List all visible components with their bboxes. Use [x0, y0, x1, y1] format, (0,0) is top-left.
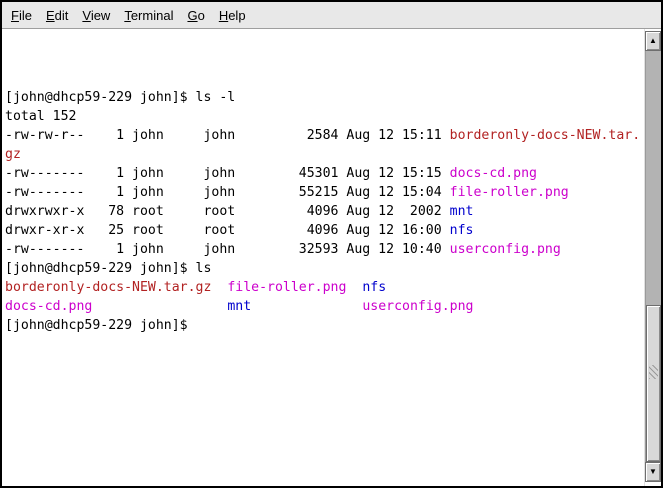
menu-item-terminal[interactable]: Terminal	[117, 4, 180, 27]
terminal-text: -rw------- 1 john john 45301 Aug 12 15:1…	[5, 166, 450, 181]
terminal-line: -rw------- 1 john john 32593 Aug 12 10:4…	[5, 240, 644, 259]
filename-dir: mnt	[450, 204, 474, 219]
menu-item-view[interactable]: View	[75, 4, 117, 27]
terminal-output[interactable]: [john@dhcp59-229 john]$ ls -l total 152 -r…	[2, 29, 644, 486]
scroll-up-icon: ▲	[649, 37, 657, 45]
terminal-line: total 152	[5, 107, 644, 126]
terminal-text: -rw-rw-r-- 1 john john 2584 Aug 12 15:11	[5, 128, 450, 143]
terminal-text	[251, 299, 362, 314]
terminal-line: [john@dhcp59-229 john]$	[5, 316, 644, 335]
terminal-text	[92, 299, 227, 314]
terminal-text: [john@dhcp59-229 john]$	[5, 318, 188, 333]
filename-image: file-roller.png	[227, 280, 346, 295]
scroll-up-button[interactable]: ▲	[645, 31, 661, 51]
filename-archive: gz	[5, 147, 21, 162]
menu-item-accelerator: E	[46, 8, 55, 23]
filename-image: userconfig.png	[362, 299, 473, 314]
terminal-line: -rw------- 1 john john 55215 Aug 12 15:0…	[5, 183, 644, 202]
terminal-text: -rw------- 1 john john 55215 Aug 12 15:0…	[5, 185, 450, 200]
terminal-text	[211, 280, 227, 295]
scroll-down-button[interactable]: ▼	[645, 462, 661, 482]
scroll-down-icon: ▼	[649, 468, 657, 476]
terminal-text: total 152	[5, 109, 76, 124]
scrollbar-track[interactable]	[645, 51, 661, 462]
menu-item-accelerator: V	[82, 8, 90, 23]
filename-dir: mnt	[227, 299, 251, 314]
window-content: [john@dhcp59-229 john]$ ls -l total 152 -r…	[2, 29, 661, 486]
terminal-text: -rw------- 1 john john 32593 Aug 12 10:4…	[5, 242, 450, 257]
terminal-line: borderonly-docs-NEW.tar.gz file-roller.p…	[5, 278, 644, 297]
filename-archive: borderonly-docs-NEW.tar.gz	[5, 280, 211, 295]
menu-item-accelerator: F	[11, 8, 19, 23]
terminal-line: drwxr-xr-x 25 root root 4096 Aug 12 16:0…	[5, 221, 644, 240]
terminal-text: [john@dhcp59-229 john]$ ls	[5, 261, 211, 276]
filename-image: userconfig.png	[450, 242, 561, 257]
scrollbar-thumb[interactable]	[646, 305, 661, 462]
scrollbar-grip-icon	[649, 365, 658, 379]
terminal-text: drwxrwxr-x 78 root root 4096 Aug 12 2002	[5, 204, 450, 219]
terminal-line: docs-cd.png mnt userconfig.png	[5, 297, 644, 316]
scrollbar: ▲ ▼	[644, 29, 661, 486]
filename-image: docs-cd.png	[5, 299, 92, 314]
terminal-line: -rw-rw-r-- 1 john john 2584 Aug 12 15:11…	[5, 126, 644, 145]
menu-item-file[interactable]: File	[4, 4, 39, 27]
terminal-text: drwxr-xr-x 25 root root 4096 Aug 12 16:0…	[5, 223, 450, 238]
filename-image: file-roller.png	[450, 185, 569, 200]
menu-item-accelerator: T	[124, 8, 131, 23]
terminal-text	[346, 280, 362, 295]
terminal-line: -rw------- 1 john john 45301 Aug 12 15:1…	[5, 164, 644, 183]
terminal-window: FileEditViewTerminalGoHelp [john@dhcp59-…	[0, 0, 663, 488]
filename-archive: borderonly-docs-NEW.tar.	[450, 128, 641, 143]
menu-item-help[interactable]: Help	[212, 4, 253, 27]
menu-item-accelerator: H	[219, 8, 228, 23]
menu-item-go[interactable]: Go	[180, 4, 211, 27]
terminal-line: [john@dhcp59-229 john]$ ls -l	[5, 88, 644, 107]
terminal-line: [john@dhcp59-229 john]$ ls	[5, 259, 644, 278]
menu-item-accelerator: G	[187, 8, 197, 23]
filename-dir: nfs	[362, 280, 386, 295]
terminal-line: gz	[5, 145, 644, 164]
terminal-line: drwxrwxr-x 78 root root 4096 Aug 12 2002…	[5, 202, 644, 221]
terminal-text: [john@dhcp59-229 john]$ ls -l	[5, 90, 235, 105]
menu-bar: FileEditViewTerminalGoHelp	[2, 2, 661, 29]
filename-dir: nfs	[450, 223, 474, 238]
menu-item-edit[interactable]: Edit	[39, 4, 75, 27]
filename-image: docs-cd.png	[450, 166, 537, 181]
